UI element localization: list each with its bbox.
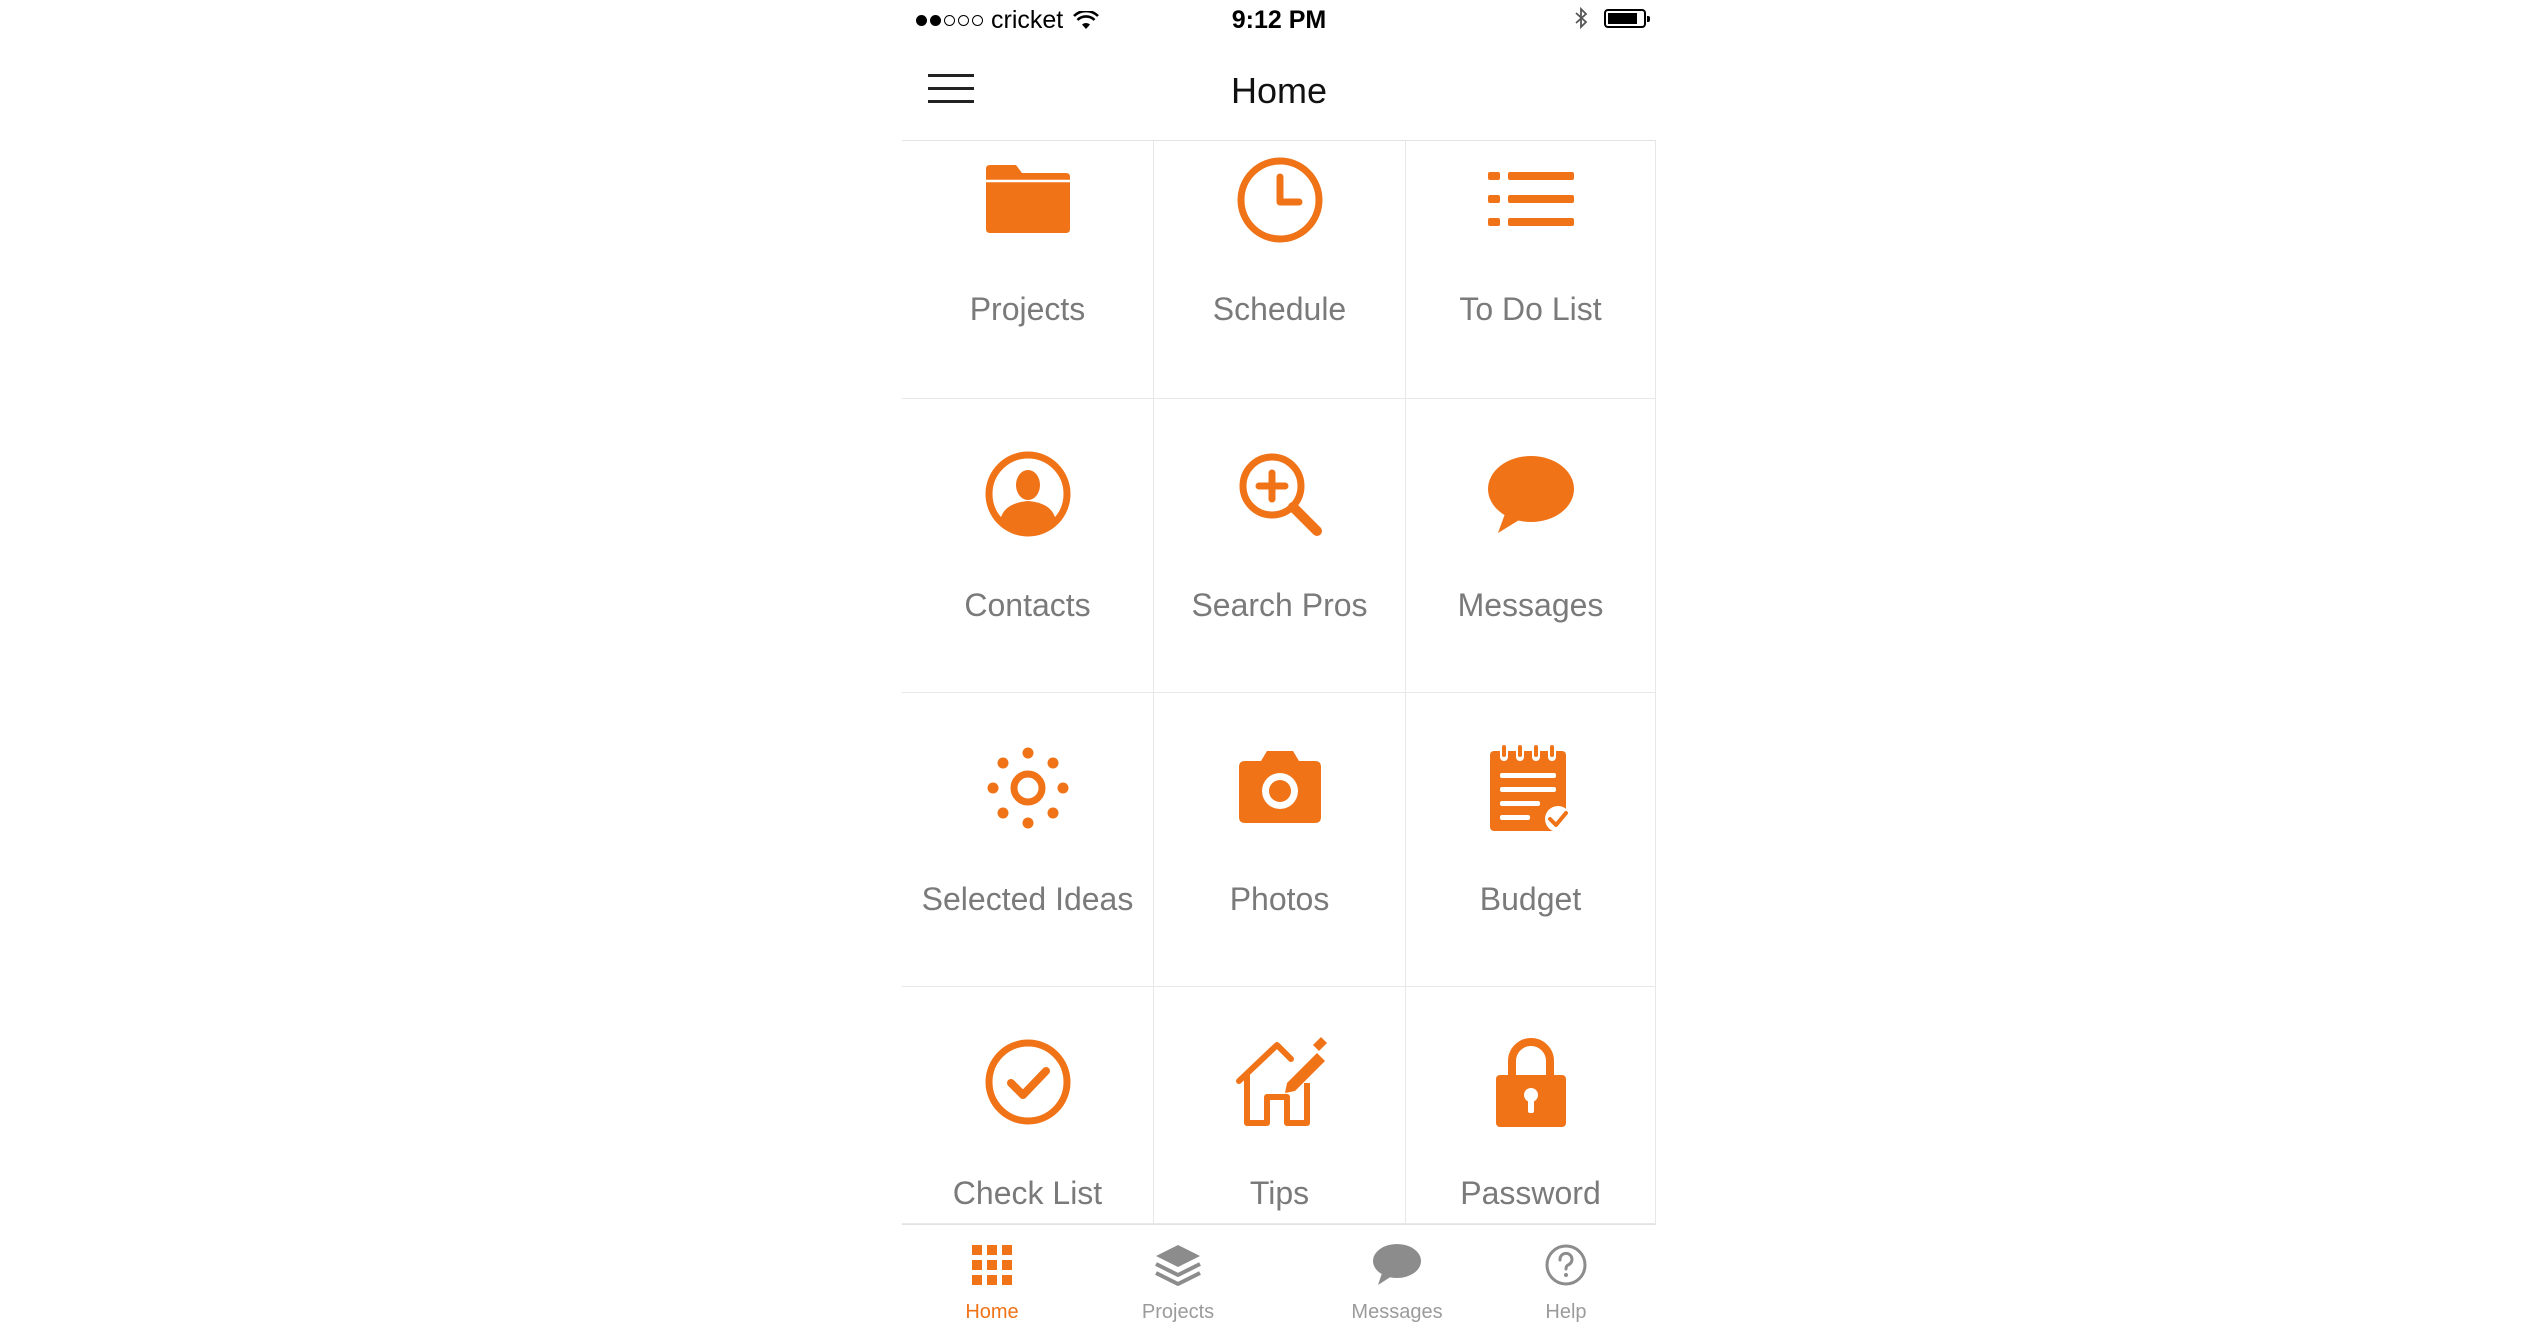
house-pencil-icon: [1235, 1037, 1327, 1126]
tile-label: Photos: [1229, 881, 1330, 917]
status-right: [1574, 6, 1650, 30]
tile-to-do-list[interactable]: To Do List: [1406, 141, 1656, 399]
tile-label: Messages: [1457, 587, 1604, 623]
tile-search-pros[interactable]: Search Pros: [1154, 399, 1406, 693]
battery-level: [1608, 12, 1637, 24]
phone-screen: cricket 9:12 PM Home Projects Schedule T…: [902, 0, 1656, 1335]
camera-icon: [1238, 751, 1321, 823]
tile-label: Check List: [952, 1175, 1103, 1211]
tab-label: Projects: [1141, 1301, 1215, 1323]
tile-label: Selected Ideas: [921, 881, 1134, 917]
navigation-bar: Home: [902, 40, 1656, 141]
tab-projects[interactable]: Projects: [1088, 1225, 1268, 1335]
tile-label: Schedule: [1212, 291, 1347, 327]
battery-icon: [1604, 8, 1650, 28]
status-time: 9:12 PM: [1231, 6, 1327, 34]
tab-label: Messages: [1351, 1301, 1443, 1323]
grid-icon: [972, 1245, 1012, 1285]
clock-icon: [1237, 157, 1322, 243]
tile-budget[interactable]: Budget: [1406, 693, 1656, 987]
tile-photos[interactable]: Photos: [1154, 693, 1406, 987]
tab-label: Help: [1545, 1301, 1587, 1323]
tile-label: Tips: [1249, 1175, 1310, 1211]
tile-label: Password: [1460, 1175, 1601, 1211]
tile-check-list[interactable]: Check List: [902, 987, 1154, 1224]
tile-label: Search Pros: [1191, 587, 1368, 623]
speech-bubble-icon: [1487, 456, 1574, 533]
page-title: Home: [1230, 70, 1328, 111]
layers-icon: [1155, 1245, 1201, 1286]
tile-label: Budget: [1479, 881, 1582, 917]
tile-label: Contacts: [964, 587, 1091, 623]
bluetooth-icon: [1575, 6, 1588, 30]
sun-icon: [987, 747, 1068, 829]
tile-tips[interactable]: Tips: [1154, 987, 1406, 1224]
tile-selected-ideas[interactable]: Selected Ideas: [902, 693, 1154, 987]
tile-label: Projects: [969, 291, 1086, 327]
notepad-check-icon: [1489, 745, 1571, 832]
tile-password[interactable]: Password: [1406, 987, 1656, 1224]
speech-bubble-icon: [1373, 1244, 1421, 1285]
help-circle-icon: [1545, 1244, 1587, 1286]
tile-projects[interactable]: Projects: [902, 141, 1154, 399]
search-plus-icon: [1239, 453, 1322, 536]
tab-messages[interactable]: Messages: [1307, 1225, 1487, 1335]
check-circle-icon: [985, 1039, 1070, 1125]
tile-schedule[interactable]: Schedule: [1154, 141, 1406, 399]
tile-label: To Do List: [1459, 291, 1602, 327]
contact-icon: [985, 451, 1070, 537]
home-grid: Projects Schedule To Do List Contacts Se…: [902, 141, 1656, 1224]
folder-icon: [985, 165, 1070, 233]
status-bar: cricket 9:12 PM: [902, 0, 1656, 40]
tile-contacts[interactable]: Contacts: [902, 399, 1154, 693]
tab-label: Home: [965, 1301, 1019, 1323]
padlock-icon: [1495, 1038, 1566, 1127]
tab-home[interactable]: Home: [902, 1225, 1082, 1335]
tab-bar: Home Projects Messages Help: [902, 1224, 1656, 1335]
list-icon: [1487, 172, 1574, 226]
tab-help[interactable]: Help: [1476, 1225, 1656, 1335]
tile-messages[interactable]: Messages: [1406, 399, 1656, 693]
